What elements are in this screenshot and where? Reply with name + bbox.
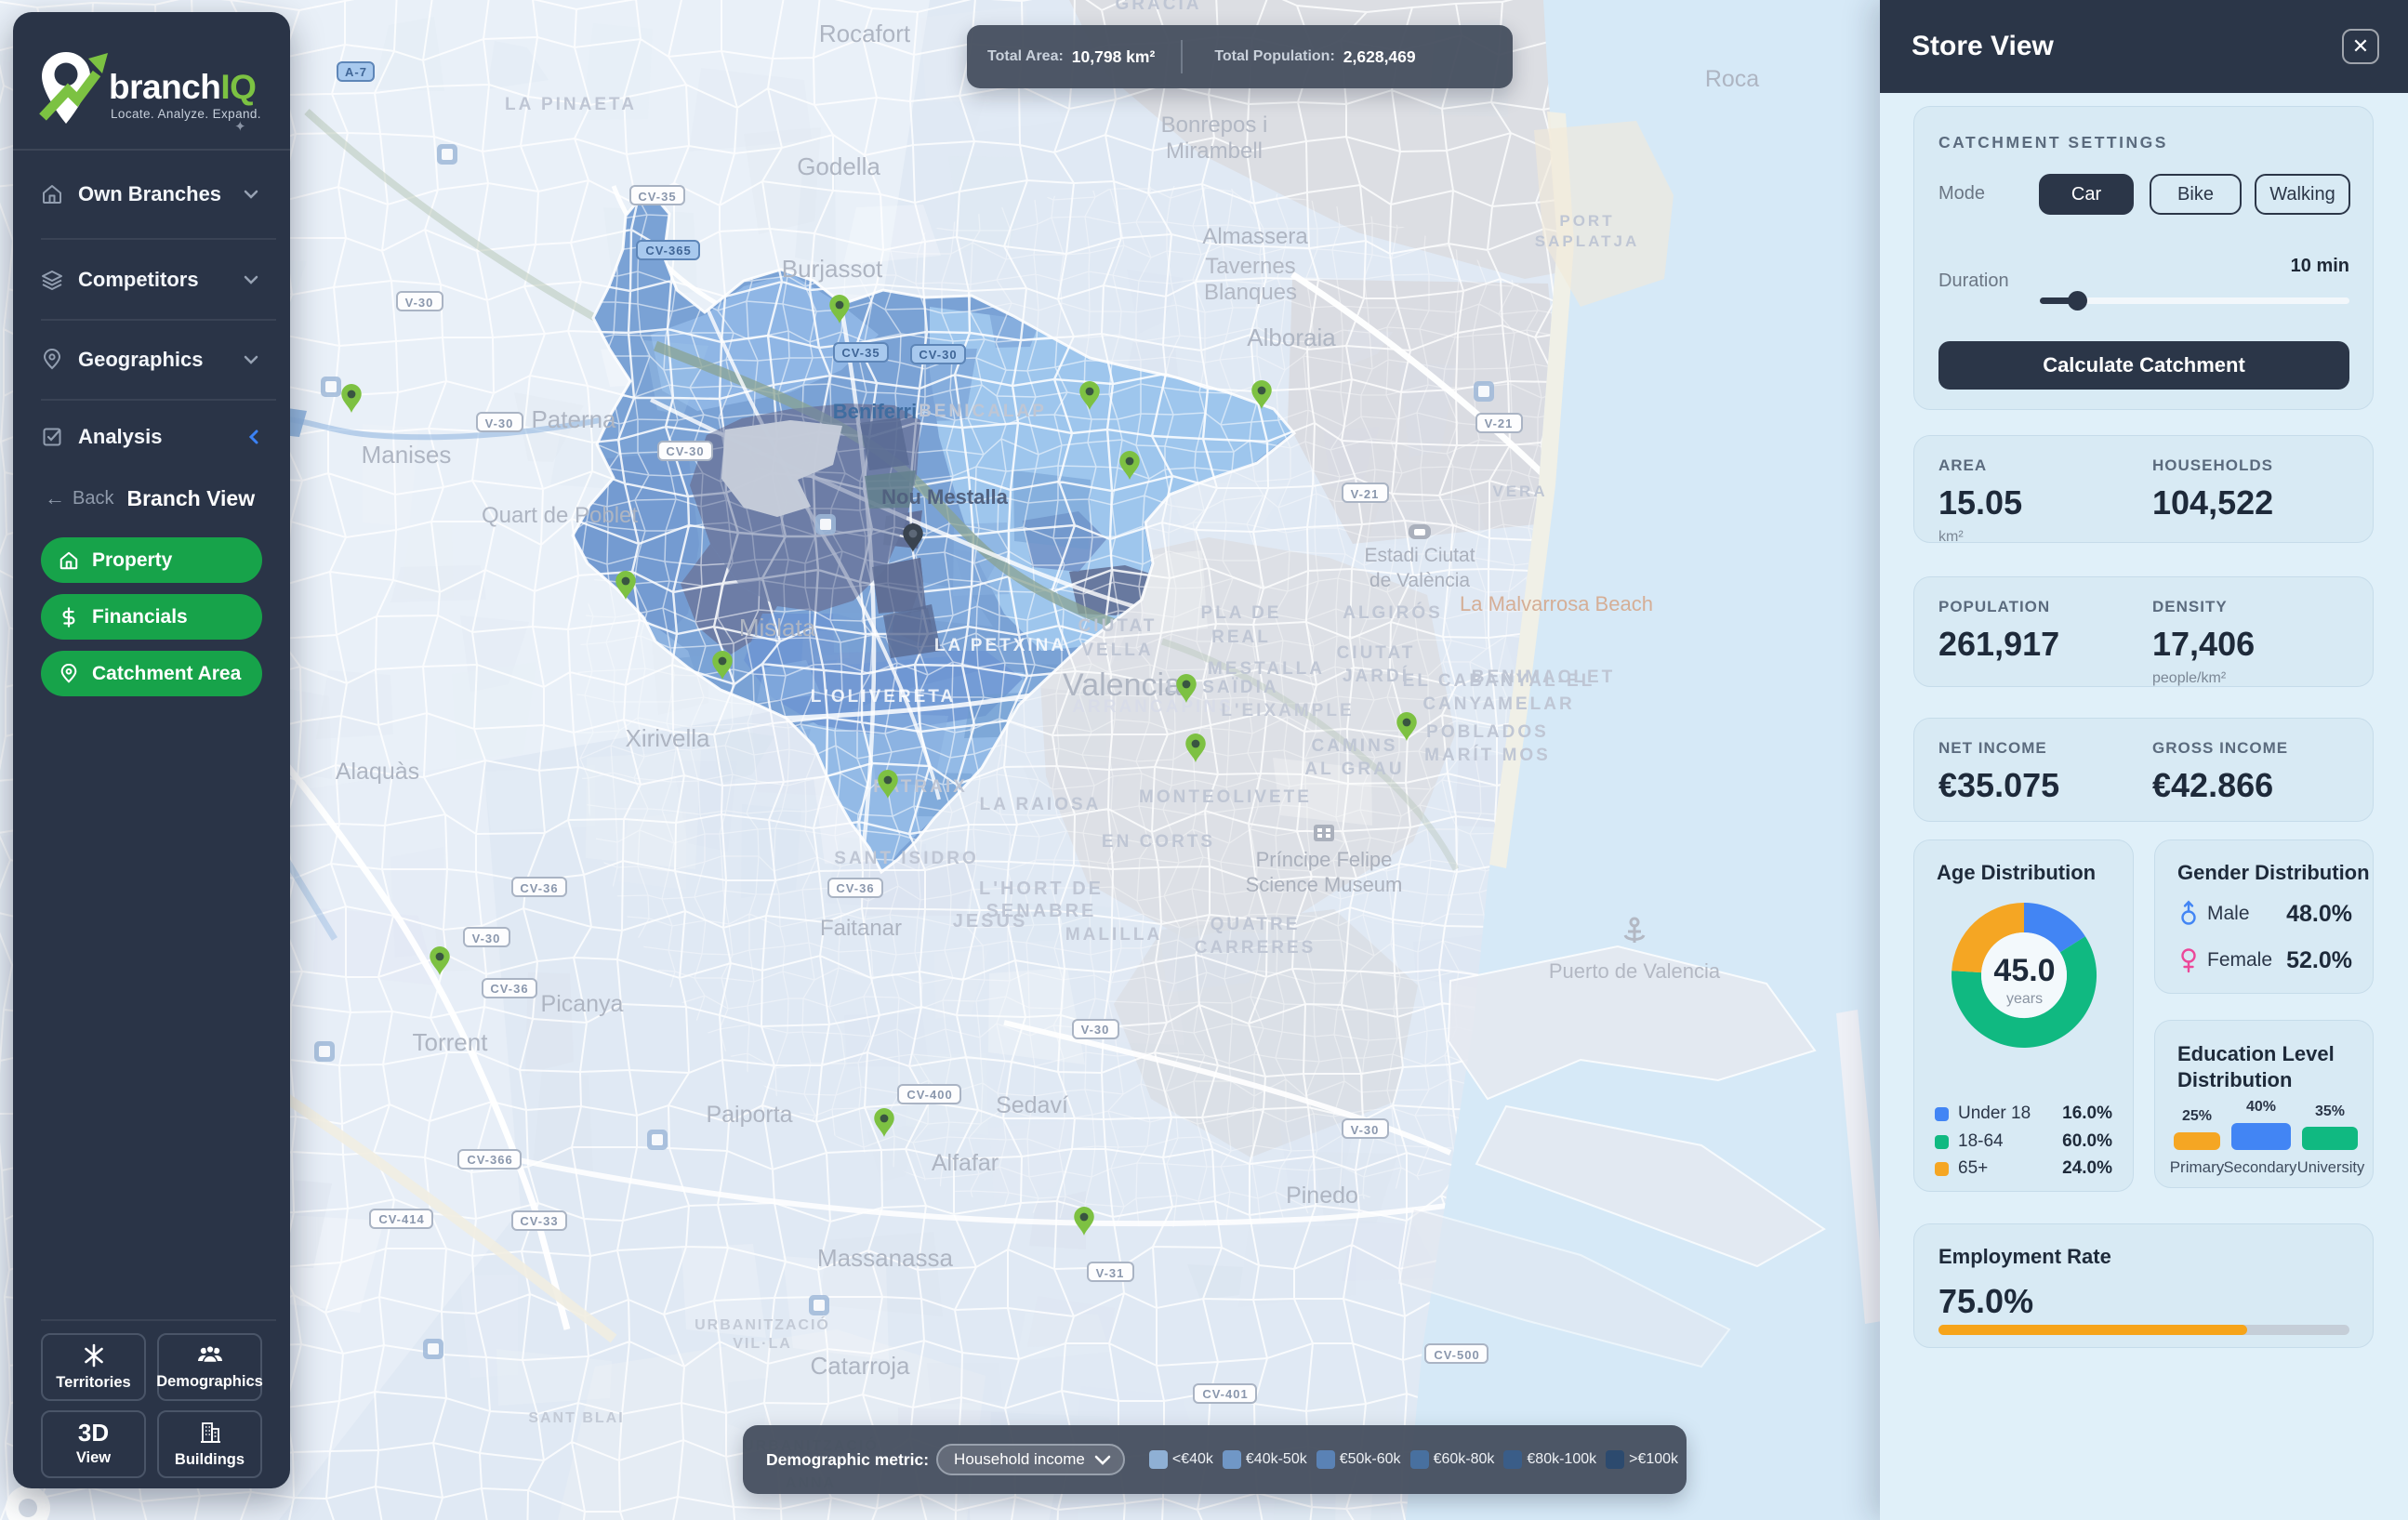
svg-text:V-30: V-30	[1081, 1023, 1110, 1037]
svg-text:CV-30: CV-30	[666, 444, 704, 458]
svg-text:Xirivella: Xirivella	[625, 724, 710, 752]
svg-text:L'HORT DE: L'HORT DE	[979, 879, 1104, 899]
svg-text:Picanya: Picanya	[541, 991, 624, 1017]
svg-text:Tavernes: Tavernes	[1205, 254, 1295, 279]
svg-text:Blanques: Blanques	[1204, 280, 1297, 305]
svg-text:ARRANCAPINS: ARRANCAPINS	[1072, 697, 1233, 717]
svg-text:CV-400: CV-400	[906, 1088, 952, 1102]
svg-text:CV-33: CV-33	[520, 1214, 558, 1228]
svg-text:CIUTAT: CIUTAT	[1337, 643, 1416, 663]
svg-text:SANT ISIDRO: SANT ISIDRO	[834, 849, 978, 868]
svg-text:CV-401: CV-401	[1202, 1387, 1248, 1401]
svg-text:V-30: V-30	[1351, 1123, 1380, 1137]
svg-text:MALILLA: MALILLA	[1065, 925, 1162, 945]
svg-text:Almassera: Almassera	[1202, 224, 1308, 249]
svg-text:Roca: Roca	[1705, 66, 1759, 92]
svg-text:CV-36: CV-36	[836, 881, 874, 895]
svg-text:Alaquàs: Alaquàs	[336, 759, 419, 785]
svg-text:CV-36: CV-36	[520, 881, 558, 895]
svg-text:CAMINS: CAMINS	[1312, 736, 1398, 756]
svg-text:BENICALAP: BENICALAP	[919, 402, 1047, 421]
svg-text:JESÚS: JESÚS	[953, 909, 1028, 932]
svg-text:Torrent: Torrent	[413, 1028, 489, 1056]
svg-text:LA PETXINA: LA PETXINA	[934, 636, 1066, 655]
svg-text:GRACIA: GRACIA	[1116, 0, 1202, 14]
svg-text:Quart de Poblet: Quart de Poblet	[482, 503, 638, 528]
svg-text:LA PINAETA: LA PINAETA	[505, 95, 637, 114]
svg-text:Paterna: Paterna	[531, 405, 616, 433]
svg-text:V-21: V-21	[1351, 487, 1380, 501]
svg-text:EL CABANYAL-EL: EL CABANYAL-EL	[1403, 671, 1595, 691]
svg-text:VERA: VERA	[1492, 482, 1547, 500]
svg-text:CV-35: CV-35	[841, 346, 880, 360]
svg-text:PORT: PORT	[1559, 212, 1614, 230]
svg-text:CV-366: CV-366	[467, 1153, 512, 1167]
svg-text:PLA DE: PLA DE	[1201, 603, 1282, 623]
svg-text:CV-414: CV-414	[378, 1212, 424, 1226]
svg-text:Manises: Manises	[362, 441, 452, 469]
svg-text:Primary: Primary	[2170, 1158, 2225, 1176]
svg-text:URBANITZACIÓ: URBANITZACIÓ	[695, 1315, 830, 1333]
svg-text:CARRERES: CARRERES	[1195, 938, 1316, 958]
svg-text:Catarroja: Catarroja	[811, 1352, 910, 1380]
svg-text:LA RAIOSA: LA RAIOSA	[980, 795, 1102, 814]
svg-text:POBLADOS: POBLADOS	[1426, 722, 1549, 742]
svg-text:Godella: Godella	[797, 152, 880, 180]
svg-text:Mirambell: Mirambell	[1166, 139, 1263, 164]
svg-text:Burjassot: Burjassot	[782, 255, 883, 283]
svg-text:MESTALLA: MESTALLA	[1208, 659, 1325, 679]
svg-text:V-21: V-21	[1485, 416, 1514, 430]
svg-text:de València: de València	[1369, 570, 1471, 591]
svg-text:25%: 25%	[2182, 1108, 2212, 1124]
svg-text:Estadi Ciutat: Estadi Ciutat	[1364, 545, 1475, 566]
svg-text:CV-35: CV-35	[638, 190, 676, 204]
svg-text:VELLA: VELLA	[1081, 641, 1153, 660]
svg-text:35%: 35%	[2315, 1104, 2345, 1119]
svg-text:Príncipe Felipe: Príncipe Felipe	[1256, 848, 1393, 871]
svg-text:CANYAMELAR: CANYAMELAR	[1422, 694, 1574, 714]
svg-text:Beniferri: Beniferri	[833, 400, 917, 423]
svg-text:ALGIRÓS: ALGIRÓS	[1343, 602, 1443, 623]
svg-text:A-7: A-7	[345, 65, 367, 79]
svg-text:L'OLIVERETA: L'OLIVERETA	[811, 687, 956, 707]
svg-text:40%: 40%	[2246, 1100, 2276, 1115]
svg-text:MARÍT MOS: MARÍT MOS	[1424, 745, 1551, 765]
svg-text:La Malvarrosa Beach: La Malvarrosa Beach	[1460, 592, 1653, 615]
svg-text:SANT BLAI: SANT BLAI	[528, 1410, 624, 1426]
svg-text:CIUTAT: CIUTAT	[1078, 616, 1158, 636]
svg-text:V-30: V-30	[485, 416, 514, 430]
svg-text:University: University	[2297, 1159, 2365, 1176]
svg-text:EN CORTS: EN CORTS	[1102, 832, 1215, 852]
svg-text:REAL: REAL	[1211, 628, 1271, 647]
svg-text:CV-30: CV-30	[919, 348, 957, 362]
svg-text:Massanassa: Massanassa	[817, 1244, 953, 1272]
svg-text:Sedaví: Sedaví	[996, 1092, 1068, 1118]
svg-text:V-30: V-30	[472, 932, 501, 945]
svg-text:Alboraia: Alboraia	[1247, 324, 1336, 351]
svg-text:CV-365: CV-365	[645, 244, 691, 258]
svg-text:Alfafar: Alfafar	[932, 1150, 999, 1176]
svg-text:CV-36: CV-36	[490, 982, 528, 996]
svg-text:Paiporta: Paiporta	[706, 1102, 792, 1128]
svg-text:VIL·LA: VIL·LA	[733, 1336, 792, 1352]
svg-text:AL GRAU: AL GRAU	[1304, 760, 1404, 779]
svg-text:Pinedo: Pinedo	[1286, 1183, 1358, 1209]
svg-text:Puerto de Valencia: Puerto de Valencia	[1549, 959, 1721, 983]
svg-text:SAPLATJA: SAPLATJA	[1535, 232, 1639, 250]
svg-text:Science Museum: Science Museum	[1246, 873, 1403, 896]
svg-text:V-30: V-30	[405, 296, 434, 310]
svg-text:L'EIXAMPLE: L'EIXAMPLE	[1221, 701, 1354, 720]
svg-text:Faitanar: Faitanar	[820, 916, 902, 941]
svg-text:JARDÍ: JARDÍ	[1343, 666, 1409, 686]
svg-text:QUATRE: QUATRE	[1211, 915, 1301, 934]
svg-text:Mislata: Mislata	[739, 614, 816, 641]
svg-text:Secondary: Secondary	[2224, 1159, 2298, 1176]
svg-text:Bonrepos i: Bonrepos i	[1161, 112, 1268, 138]
svg-text:Rocafort: Rocafort	[819, 20, 911, 47]
svg-text:V-31: V-31	[1096, 1266, 1125, 1280]
svg-text:CV-500: CV-500	[1434, 1348, 1479, 1362]
svg-text:Nou Mestalla: Nou Mestalla	[881, 485, 1008, 509]
svg-text:MONTEOLIVETE: MONTEOLIVETE	[1139, 787, 1312, 807]
